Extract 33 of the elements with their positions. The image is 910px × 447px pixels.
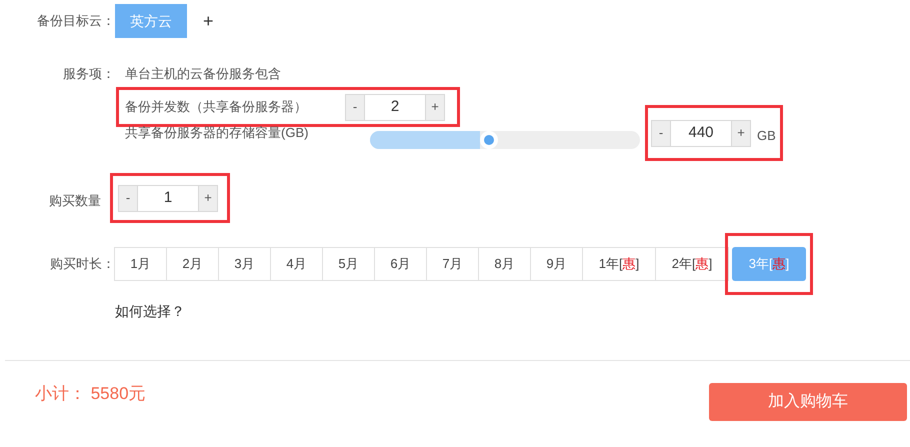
duration-option[interactable]: 6月 [374, 247, 427, 281]
duration-option[interactable]: 5月 [322, 247, 375, 281]
add-button[interactable]: + [202, 8, 215, 34]
storage-label: 共享备份服务器的存储容量(GB) [125, 124, 310, 142]
decrement-button[interactable]: - [652, 120, 671, 146]
duration-option[interactable]: 2年[惠] [655, 247, 729, 281]
decrement-button[interactable]: - [346, 94, 365, 120]
unit-label: GB [757, 127, 776, 146]
concurrency-label: 备份并发数（共享备份服务器） [125, 98, 308, 116]
number-stepper[interactable]: - 2 + [345, 94, 445, 120]
subtotal-text: 小计： 5580元 [35, 383, 146, 405]
number-stepper[interactable]: - 1 + [118, 184, 218, 212]
duration-option[interactable]: 9月 [530, 247, 583, 281]
duration-option[interactable]: 8月 [478, 247, 531, 281]
increment-button[interactable]: + [731, 120, 750, 146]
increment-button[interactable]: + [198, 186, 217, 210]
number-stepper[interactable]: - 440 + [651, 120, 751, 146]
duration-option[interactable]: 2月 [166, 247, 219, 281]
field-label: 购买时长： [49, 255, 115, 274]
duration-option[interactable]: 4月 [270, 247, 323, 281]
duration-option[interactable]: 3月 [218, 247, 271, 281]
decrement-button[interactable]: - [119, 186, 138, 210]
increment-button[interactable]: + [425, 94, 444, 120]
help-link[interactable]: 如何选择？ [115, 301, 185, 322]
service-description: 单台主机的云备份服务包含 [125, 65, 282, 83]
field-label: 服务项： [62, 65, 116, 83]
slider-thumb[interactable] [480, 131, 498, 149]
duration-option[interactable]: 1年[惠] [582, 247, 656, 281]
duration-option[interactable]: 7月 [426, 247, 479, 281]
field-label: 备份目标云： [36, 12, 115, 30]
slider-track[interactable] [370, 131, 640, 149]
duration-option[interactable]: 1月 [114, 247, 167, 281]
field-label: 购买数量 [48, 192, 102, 210]
